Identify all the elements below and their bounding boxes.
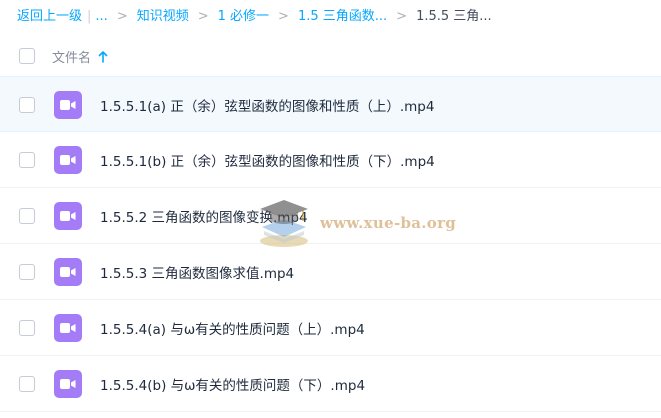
file-name[interactable]: 1.5.5.1(a) 正（余）弦型函数的图像和性质（上）.mp4 [100, 95, 434, 115]
video-icon [54, 258, 82, 286]
file-name[interactable]: 1.5.5.3 三角函数图像求值.mp4 [100, 262, 294, 282]
file-list-header: 文件名 [0, 40, 661, 73]
list-item[interactable]: 1.5.5.4(a) 与ω有关的性质问题（上）.mp4 [0, 300, 661, 356]
file-name[interactable]: 1.5.5.2 三角函数的图像变换.mp4 [100, 206, 308, 226]
breadcrumb-item-compulsory-one[interactable]: 1 必修一 [218, 8, 269, 26]
row-checkbox[interactable] [19, 97, 35, 113]
select-all-checkbox[interactable] [19, 48, 35, 64]
list-item[interactable]: 1.5.5.1(b) 正（余）弦型函数的图像和性质（下）.mp4 [0, 132, 661, 188]
video-icon [54, 314, 82, 342]
row-checkbox[interactable] [19, 320, 35, 336]
breadcrumb-pipe: | [87, 9, 92, 24]
breadcrumb-item-knowledge-videos[interactable]: 知识视频 [137, 8, 189, 26]
row-checkbox[interactable] [19, 376, 35, 392]
breadcrumb-current: 1.5.5 三角... [416, 9, 492, 24]
list-item[interactable]: 1.5.5.3 三角函数图像求值.mp4 [0, 244, 661, 300]
row-checkbox[interactable] [19, 208, 35, 224]
breadcrumb-separator: > [278, 9, 289, 24]
breadcrumb-item-trig-functions[interactable]: 1.5 三角函数... [298, 8, 387, 26]
list-item[interactable]: 1.5.5.2 三角函数的图像变换.mp4 [0, 188, 661, 244]
video-icon [54, 370, 82, 398]
column-header-label: 文件名 [52, 51, 92, 66]
file-list: 1.5.5.1(a) 正（余）弦型函数的图像和性质（上）.mp4 1.5.5.1… [0, 76, 661, 412]
file-name[interactable]: 1.5.5.1(b) 正（余）弦型函数的图像和性质（下）.mp4 [100, 150, 435, 170]
back-link[interactable]: 返回上一级 [17, 8, 82, 26]
file-name[interactable]: 1.5.5.4(b) 与ω有关的性质问题（下）.mp4 [100, 374, 365, 394]
file-name[interactable]: 1.5.5.4(a) 与ω有关的性质问题（上）.mp4 [100, 318, 365, 338]
breadcrumb-separator: > [197, 9, 209, 24]
row-checkbox[interactable] [19, 152, 35, 168]
video-icon [54, 91, 82, 119]
breadcrumb-ellipsis[interactable]: ... [95, 8, 107, 26]
sort-ascending-icon[interactable] [98, 50, 108, 63]
breadcrumb-separator: > [396, 9, 408, 24]
video-icon [54, 146, 82, 174]
breadcrumb-separator: > [116, 9, 128, 24]
list-item[interactable]: 1.5.5.4(b) 与ω有关的性质问题（下）.mp4 [0, 356, 661, 412]
breadcrumb: 返回上一级 | ... > 知识视频 > 1 必修一 > 1.5 三角函数...… [17, 8, 492, 26]
row-checkbox[interactable] [19, 264, 35, 280]
video-icon [54, 202, 82, 230]
column-header-filename[interactable]: 文件名 [52, 47, 108, 66]
list-item[interactable]: 1.5.5.1(a) 正（余）弦型函数的图像和性质（上）.mp4 [0, 76, 661, 132]
